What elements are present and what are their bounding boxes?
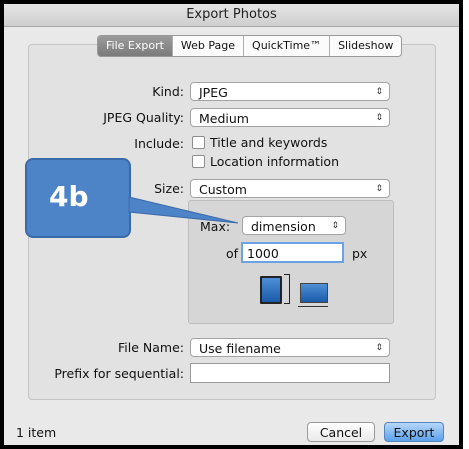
include-label: Include: [134, 136, 184, 151]
file-name-label: File Name: [118, 340, 184, 355]
popup-arrows-icon: ⇕ [375, 113, 383, 123]
px-unit-label: px [352, 246, 368, 261]
orientation-bracket-icon [284, 274, 290, 304]
popup-arrows-icon: ⇕ [375, 87, 383, 97]
dimension-value: dimension [251, 219, 316, 234]
title-keywords-option[interactable]: Title and keywords [192, 135, 327, 150]
prefix-input[interactable] [190, 363, 390, 383]
callout-4b: 4b [25, 158, 131, 238]
quality-label: JPEG Quality: [103, 110, 184, 125]
tab-quicktime[interactable]: QuickTime™ [243, 36, 329, 56]
dimension-popup[interactable]: dimension ⇕ [242, 216, 346, 235]
max-size-input[interactable]: 1000 [241, 242, 344, 263]
of-label: of [225, 246, 238, 261]
kind-label: Kind: [152, 84, 184, 99]
landscape-icon[interactable] [300, 283, 328, 303]
title-keywords-label: Title and keywords [210, 135, 328, 150]
popup-arrows-icon: ⇕ [375, 184, 383, 194]
location-option[interactable]: Location information [192, 154, 339, 169]
export-tabs: File Export Web Page QuickTime™ Slidesho… [97, 35, 403, 57]
landscape-underline [298, 306, 328, 307]
kind-value: JPEG [199, 85, 228, 100]
item-count: 1 item [16, 425, 57, 440]
file-name-value: Use filename [199, 341, 281, 356]
window-title: Export Photos [4, 4, 459, 27]
popup-arrows-icon: ⇕ [375, 343, 383, 353]
location-checkbox[interactable] [192, 155, 205, 168]
popup-arrows-icon: ⇕ [331, 221, 339, 231]
size-popup[interactable]: Custom ⇕ [190, 179, 390, 198]
file-name-popup[interactable]: Use filename ⇕ [190, 338, 390, 357]
tab-slideshow[interactable]: Slideshow [329, 36, 401, 56]
prefix-label: Prefix for sequential: [54, 366, 184, 381]
kind-popup[interactable]: JPEG ⇕ [190, 82, 390, 101]
title-keywords-checkbox[interactable] [192, 136, 205, 149]
max-label: Max: [200, 219, 231, 234]
quality-value: Medium [199, 111, 249, 126]
portrait-icon[interactable] [260, 276, 282, 304]
export-button[interactable]: Export [384, 422, 444, 442]
tab-web-page[interactable]: Web Page [171, 36, 243, 56]
tab-file-export[interactable]: File Export [98, 36, 172, 56]
location-label: Location information [210, 154, 339, 169]
cancel-button[interactable]: Cancel [307, 422, 375, 442]
size-value: Custom [199, 182, 247, 197]
quality-popup[interactable]: Medium ⇕ [190, 108, 390, 127]
